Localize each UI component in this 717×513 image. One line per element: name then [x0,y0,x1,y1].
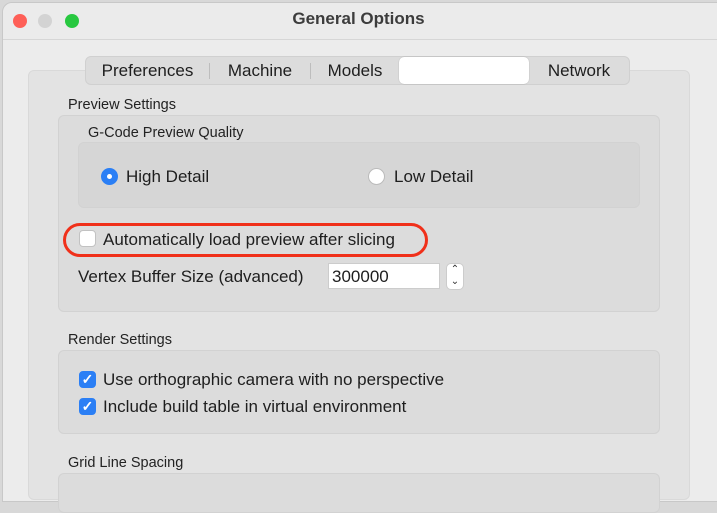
chevron-up-icon[interactable]: ⌃ [447,264,463,276]
orthographic-camera-checkbox[interactable]: ✓ [79,371,96,388]
low-detail-radio[interactable] [368,168,385,185]
auto-load-preview-checkbox[interactable] [79,230,96,247]
vertex-buffer-input[interactable]: 300000 [328,263,440,289]
tab-preferences[interactable]: Preferences [86,57,209,84]
preview-settings-heading: Preview Settings [68,97,176,113]
chevron-down-icon[interactable]: ⌄ [447,276,463,288]
build-table-label: Include build table in virtual environme… [103,397,407,416]
tab-machine[interactable]: Machine [210,57,310,84]
window-title: General Options [292,9,425,28]
tab-models[interactable]: Models [311,57,399,84]
high-detail-label: High Detail [126,167,210,186]
gcode-quality-heading: G-Code Preview Quality [88,125,244,141]
vertex-buffer-label: Vertex Buffer Size (advanced) [78,267,304,286]
build-table-checkbox[interactable]: ✓ [79,398,96,415]
high-detail-radio[interactable] [101,168,118,185]
render-settings-heading: Render Settings [68,332,172,348]
tab-bar: Preferences Machine Models Network [85,56,630,85]
grid-line-spacing-group [58,473,660,513]
low-detail-label: Low Detail [394,167,474,186]
vertex-buffer-stepper[interactable]: ⌃ ⌄ [446,263,464,290]
render-settings-group [58,350,660,434]
auto-load-preview-label: Automatically load preview after slicing [103,230,395,249]
orthographic-camera-label: Use orthographic camera with no perspect… [103,370,445,389]
tab-selected[interactable] [399,57,529,84]
tab-network[interactable]: Network [529,57,629,84]
grid-line-spacing-heading: Grid Line Spacing [68,455,184,471]
